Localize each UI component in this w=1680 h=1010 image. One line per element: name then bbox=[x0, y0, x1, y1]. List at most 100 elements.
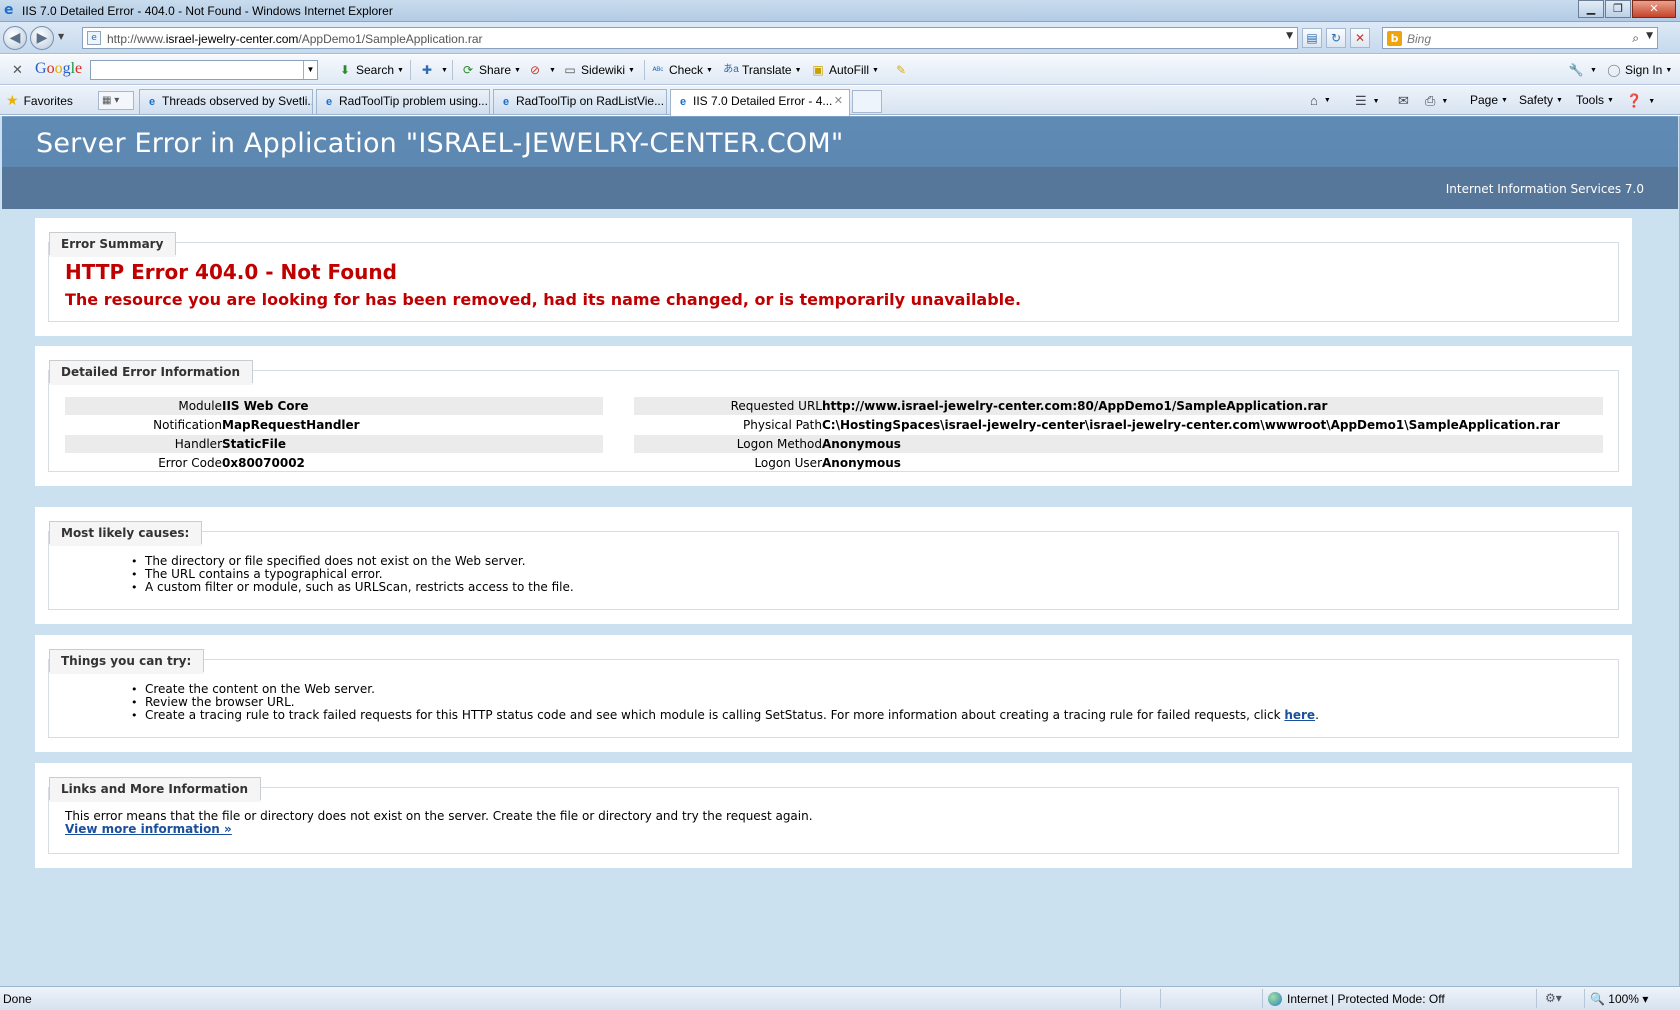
back-button[interactable]: ◀ bbox=[3, 26, 27, 50]
wrench-icon: 🔧 bbox=[1568, 63, 1584, 77]
maximize-button[interactable]: ❐ bbox=[1605, 0, 1631, 18]
url-dropdown-icon[interactable]: ▼ bbox=[1286, 31, 1293, 41]
error-summary-panel: Error Summary HTTP Error 404.0 - Not Fou… bbox=[35, 218, 1632, 336]
sidewiki-button[interactable]: ▭ Sidewiki ▼ bbox=[562, 62, 635, 78]
links-description: This error means that the file or direct… bbox=[65, 809, 813, 823]
list-item: • Create the content on the Web server. bbox=[131, 682, 375, 697]
close-window-button[interactable]: ✕ bbox=[1632, 0, 1676, 18]
home-icon: ⌂ bbox=[1310, 93, 1318, 108]
list-item: • Create a tracing rule to track failed r… bbox=[131, 708, 1319, 723]
address-bar: ◀ ▶ ▼ e http://www.israel-jewelry-center… bbox=[0, 22, 1680, 54]
detail-label: Notification bbox=[153, 418, 222, 432]
url-field[interactable]: e http://www.israel-jewelry-center.com/A… bbox=[82, 27, 1298, 49]
detail-row-logon-user: Logon User Anonymous bbox=[634, 454, 1603, 472]
new-tab-button[interactable] bbox=[852, 90, 882, 113]
detail-label: Error Code bbox=[158, 456, 222, 470]
safety-menu[interactable]: Safety ▼ bbox=[1519, 93, 1563, 107]
status-divider bbox=[1584, 989, 1585, 1008]
share-icon: ⟳ bbox=[462, 63, 474, 77]
links-legend: Links and More Information bbox=[49, 777, 262, 802]
detail-label: Logon User bbox=[754, 456, 822, 470]
recent-pages-dropdown[interactable]: ▼ bbox=[58, 32, 64, 41]
search-input[interactable]: b Bing ⌕ ▼ bbox=[1382, 27, 1658, 49]
favorites-button[interactable]: ★ Favorites bbox=[6, 92, 73, 109]
page-menu[interactable]: Page ▼ bbox=[1470, 93, 1508, 107]
detail-value: Anonymous bbox=[822, 456, 901, 470]
sign-in-button[interactable]: ◯ Sign In ▼ bbox=[1606, 62, 1672, 78]
google-search-button[interactable]: ⬇ Search ▼ bbox=[337, 62, 404, 78]
page-viewport[interactable]: Server Error in Application "ISRAEL-JEWE… bbox=[0, 116, 1680, 986]
read-mail-button[interactable]: ✉ bbox=[1398, 93, 1412, 109]
tab-iis-error[interactable]: e IIS 7.0 Detailed Error - 4... ✕ bbox=[670, 89, 850, 116]
popup-blocker-button[interactable]: ⊘ ▼ bbox=[527, 62, 556, 78]
causes-legend: Most likely causes: bbox=[49, 521, 203, 546]
security-zone[interactable]: Internet | Protected Mode: Off bbox=[1268, 992, 1445, 1006]
list-item: • A custom filter or module, such as URLS… bbox=[131, 580, 574, 595]
home-button[interactable]: ⌂ ▼ bbox=[1310, 93, 1331, 108]
tab-radtooltip-problem[interactable]: e RadToolTip problem using... bbox=[316, 89, 490, 114]
minimize-button[interactable]: ▁ bbox=[1578, 0, 1604, 18]
status-divider bbox=[1536, 989, 1537, 1008]
tracing-rule-link[interactable]: here bbox=[1284, 708, 1315, 722]
autofill-icon: ▣ bbox=[812, 63, 824, 77]
print-button[interactable]: ⎙ ▼ bbox=[1425, 93, 1448, 109]
google-logo: Google bbox=[35, 60, 83, 77]
try-legend: Things you can try: bbox=[49, 649, 205, 674]
safety-menu-label: Safety bbox=[1519, 93, 1554, 107]
detail-label: Handler bbox=[174, 437, 222, 451]
detail-value: StaticFile bbox=[222, 437, 287, 451]
help-button[interactable]: ❓ ▼ bbox=[1626, 93, 1655, 109]
detail-row-notification: Notification MapRequestHandler bbox=[65, 416, 603, 434]
autofill-label: AutoFill bbox=[829, 63, 870, 77]
detail-value: 0x80070002 bbox=[222, 456, 305, 470]
close-tab-icon[interactable]: ✕ bbox=[834, 94, 843, 107]
google-search-input[interactable]: ▼ bbox=[90, 60, 318, 80]
plus-icon: ✚ bbox=[421, 63, 433, 77]
translate-button[interactable]: あa Translate ▼ bbox=[723, 62, 801, 78]
try-panel: Things you can try: • Create the content … bbox=[35, 635, 1632, 752]
check-label: Check bbox=[669, 63, 704, 77]
page-menu-label: Page bbox=[1470, 93, 1499, 107]
tab-label: RadToolTip on RadListVie... bbox=[516, 94, 665, 108]
detailed-error-panel: Detailed Error Information Module IIS We… bbox=[35, 346, 1632, 486]
search-options-icon[interactable]: ▼ bbox=[1646, 31, 1653, 41]
tools-menu[interactable]: Tools ▼ bbox=[1576, 93, 1614, 107]
refresh-icon[interactable]: ↻ bbox=[1326, 28, 1346, 48]
ie-logo-icon: e bbox=[4, 2, 14, 18]
tab-label: RadToolTip problem using... bbox=[339, 94, 488, 108]
detail-label: Module bbox=[178, 399, 222, 413]
tab-page-icon: e bbox=[679, 96, 687, 108]
spell-check-button[interactable]: ᴬᴮᶜ Check ▼ bbox=[650, 62, 713, 78]
error-summary-legend: Error Summary bbox=[49, 232, 177, 257]
star-icon: ★ bbox=[6, 92, 19, 108]
stop-icon[interactable]: ✕ bbox=[1350, 28, 1370, 48]
feeds-button[interactable]: ☰ ▼ bbox=[1355, 93, 1380, 109]
compatibility-view-icon[interactable]: ▤ bbox=[1302, 28, 1322, 48]
sidewiki-label: Sidewiki bbox=[581, 63, 626, 77]
forward-button[interactable]: ▶ bbox=[30, 26, 54, 50]
tab-threads[interactable]: e Threads observed by Svetli... bbox=[139, 89, 313, 114]
search-icon[interactable]: ⌕ bbox=[1632, 31, 1639, 46]
tab-label: IIS 7.0 Detailed Error - 4... bbox=[693, 94, 833, 108]
autofill-button[interactable]: ▣ AutoFill ▼ bbox=[810, 62, 879, 78]
zoom-value: 100% bbox=[1608, 992, 1639, 1006]
tab-radtooltip-listview[interactable]: e RadToolTip on RadListVie... bbox=[493, 89, 667, 114]
close-toolbar-icon[interactable]: ✕ bbox=[12, 62, 23, 78]
share-button[interactable]: ⟳ Share ▼ bbox=[460, 62, 521, 78]
detail-value: IIS Web Core bbox=[222, 399, 309, 413]
toolbar-settings-button[interactable]: 🔧 ▼ bbox=[1568, 62, 1597, 78]
header-band bbox=[2, 167, 1678, 209]
detail-row-handler: Handler StaticFile bbox=[65, 435, 603, 453]
window-controls: ▁ ❐ ✕ bbox=[1577, 0, 1676, 20]
protected-mode-icon[interactable]: ⚙▾ bbox=[1545, 991, 1562, 1005]
search-icon: ⬇ bbox=[339, 63, 351, 77]
view-more-information-link[interactable]: View more information » bbox=[65, 822, 232, 836]
printer-icon: ⎙ bbox=[1425, 93, 1436, 108]
google-search-dropdown-icon[interactable]: ▼ bbox=[303, 61, 317, 79]
highlight-button[interactable]: ✎ bbox=[893, 62, 912, 78]
add-button[interactable]: ✚ ▼ bbox=[419, 62, 448, 78]
status-divider bbox=[1160, 989, 1161, 1008]
quick-tabs-button[interactable]: ▦ ▾ bbox=[98, 91, 134, 110]
status-divider bbox=[1120, 989, 1121, 1008]
zoom-level[interactable]: 🔍 100% ▾ bbox=[1590, 992, 1648, 1006]
